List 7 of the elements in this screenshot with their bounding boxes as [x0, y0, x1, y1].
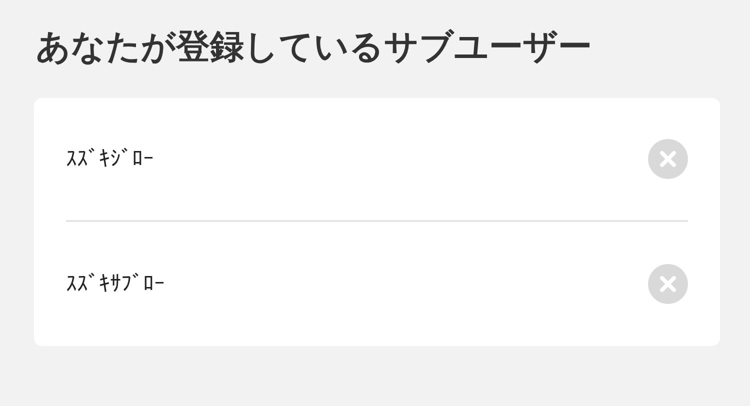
sub-user-name: ｽｽﾞｷｼﾞﾛｰ	[66, 146, 154, 172]
remove-button[interactable]	[648, 264, 688, 304]
sub-user-name: ｽｽﾞｷｻﾌﾞﾛｰ	[66, 272, 165, 296]
close-icon	[659, 275, 677, 293]
remove-button[interactable]	[648, 139, 688, 179]
close-icon	[659, 150, 677, 168]
page-title: あなたが登録しているサブユーザー	[36, 26, 593, 69]
